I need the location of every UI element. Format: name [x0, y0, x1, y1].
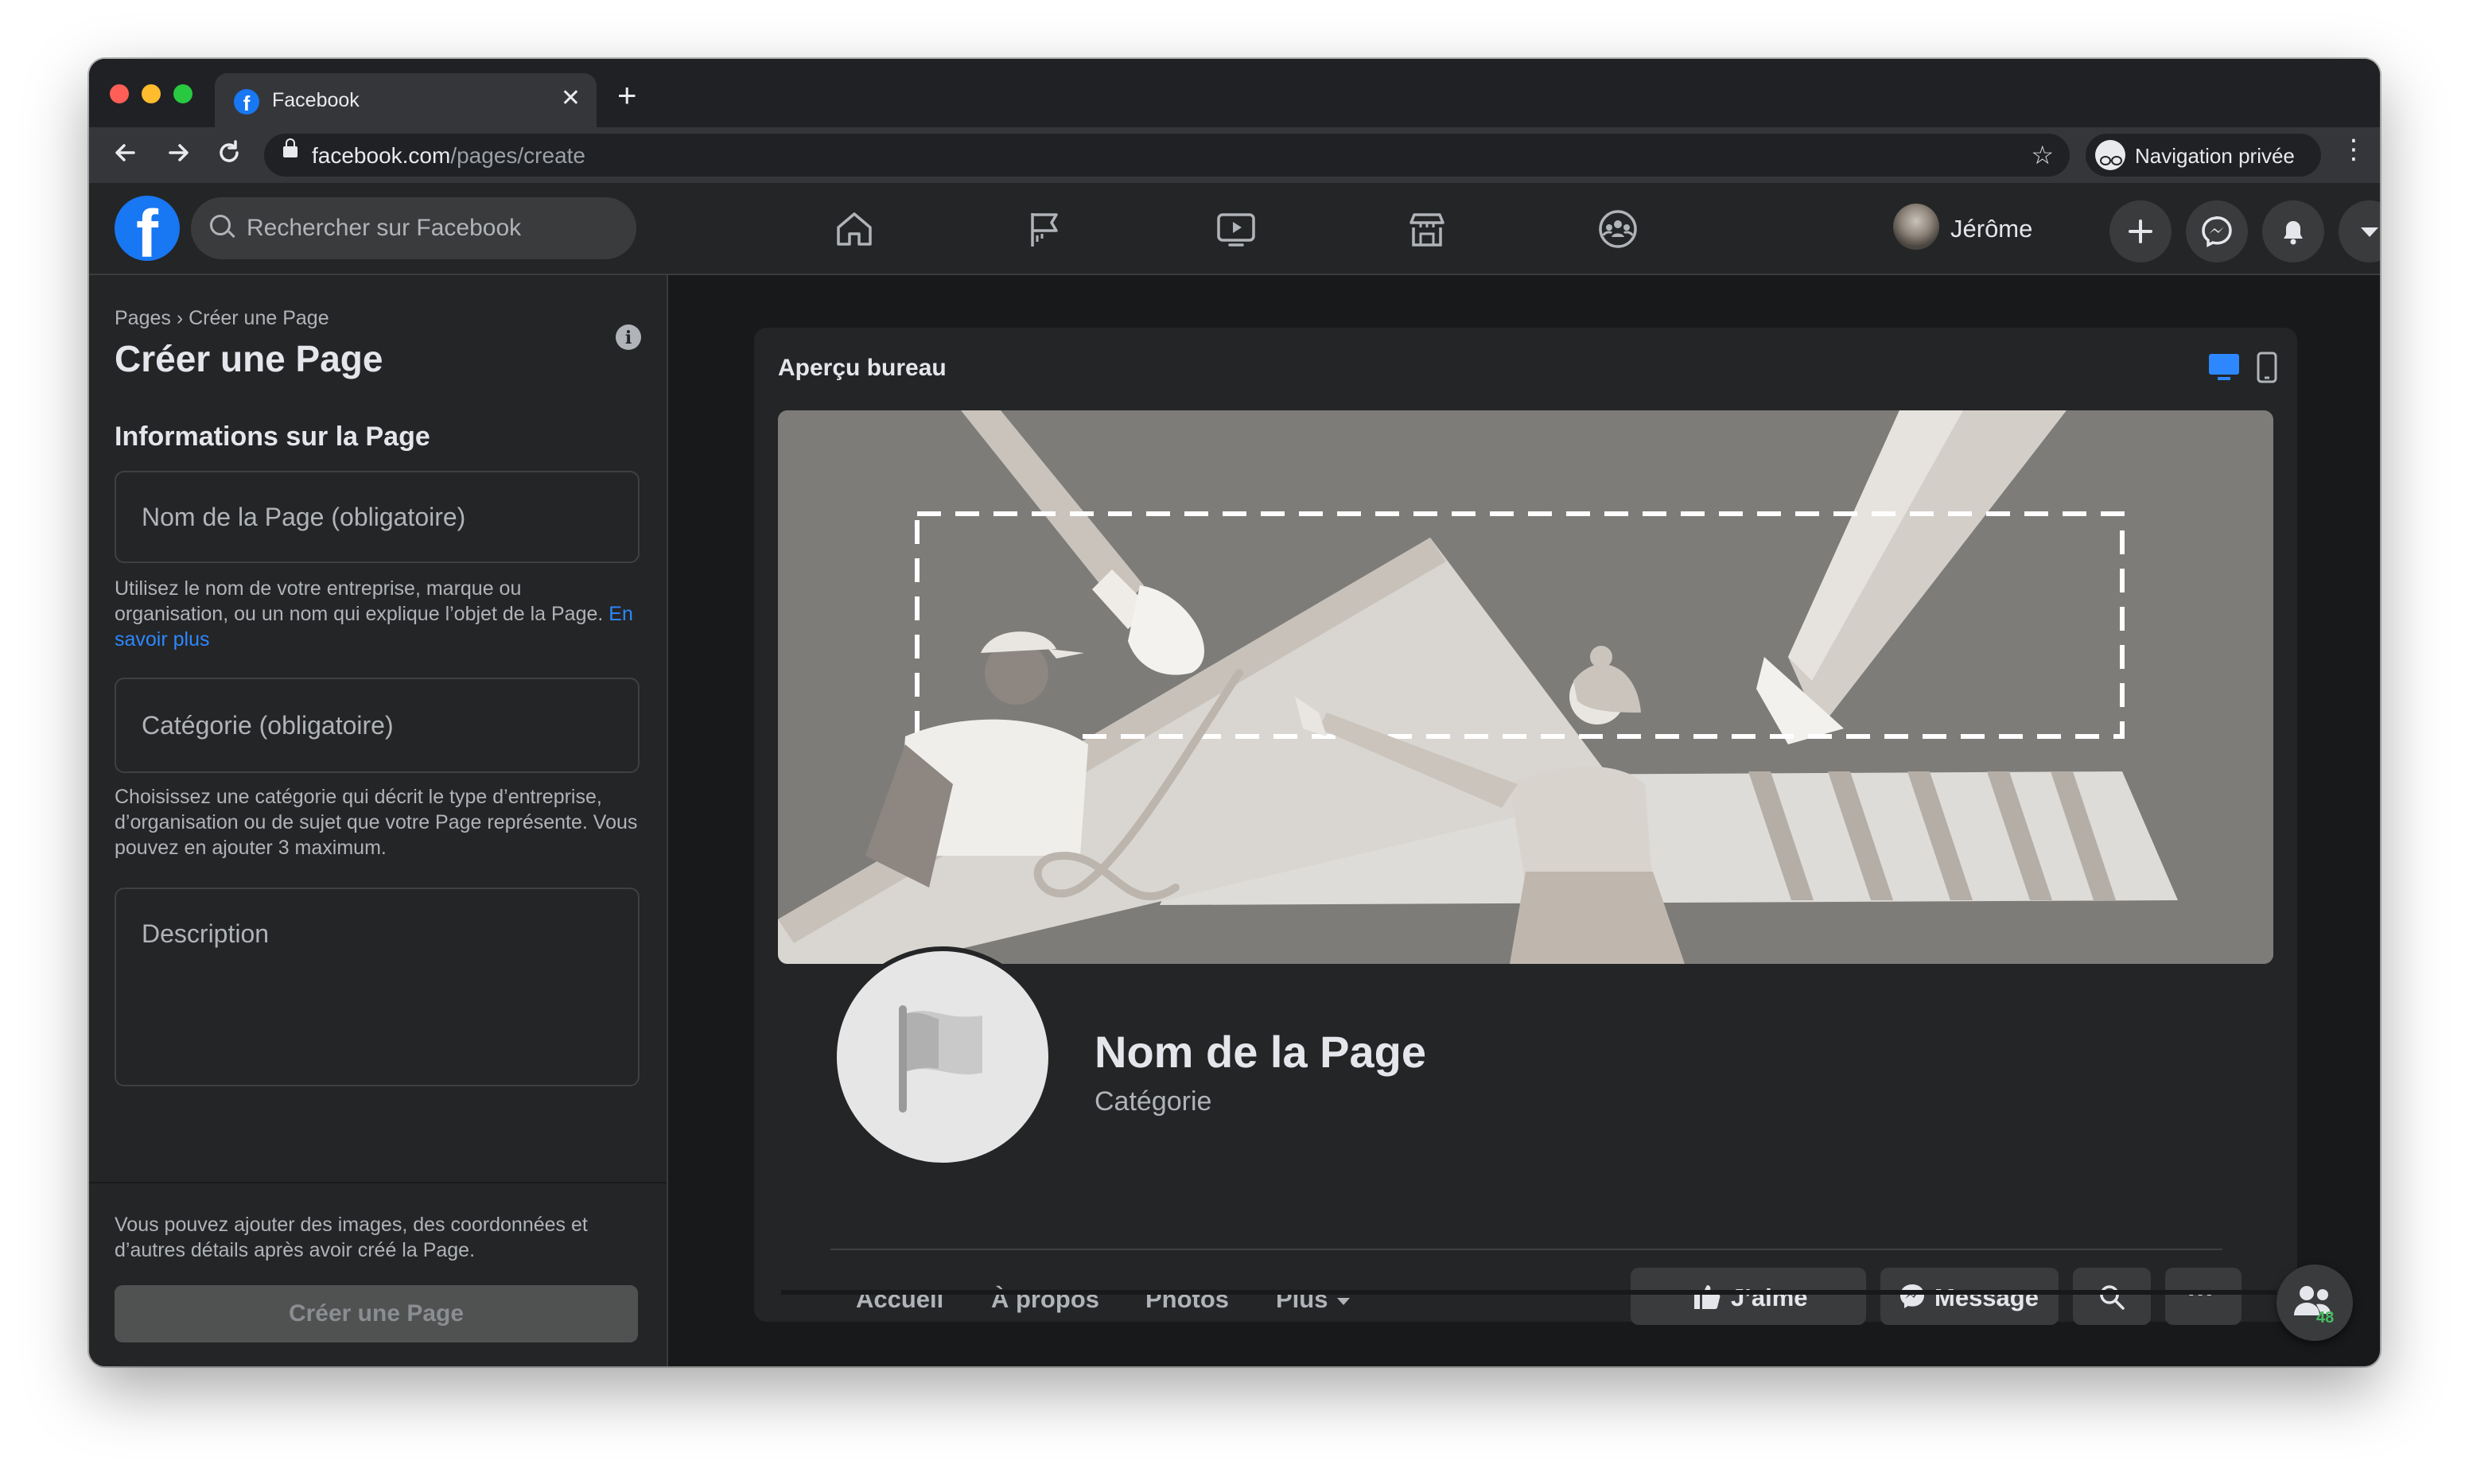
mobile-view-icon[interactable] [2256, 352, 2278, 387]
new-tab-button[interactable]: + [617, 76, 637, 115]
incognito-label: Navigation privée [2135, 144, 2295, 168]
desktop-preview: Aperçu bureau Nom de la Page Catégorie A… [754, 328, 2297, 1325]
preview-divider [830, 1249, 2222, 1250]
minimize-window-button[interactable] [142, 84, 161, 103]
preview-title: Aperçu bureau [778, 355, 947, 381]
chevron-down-icon [2361, 227, 2378, 237]
page-name-help: Utilisez le nom de votre entreprise, mar… [115, 576, 640, 652]
close-window-button[interactable] [110, 84, 129, 103]
page-name-help-text: Utilisez le nom de votre entreprise, mar… [115, 577, 604, 625]
search-icon [210, 215, 231, 235]
bell-icon [2284, 221, 2303, 245]
cover-photo-illustration [778, 410, 2273, 964]
plus-icon [2129, 219, 2152, 243]
url-path: /pages/create [450, 143, 585, 168]
facebook-favicon-icon: f [234, 89, 259, 115]
forward-arrow-icon[interactable] [162, 137, 194, 176]
tab-strip: f Facebook ✕ + [89, 59, 2380, 127]
pages-flag-icon[interactable] [1023, 207, 1067, 251]
category-help: Choisissez une catégorie qui décrit le t… [115, 786, 638, 859]
footer-divider [89, 1182, 667, 1183]
thumbs-up-icon [1694, 1285, 1721, 1309]
page-name-field[interactable]: Nom de la Page (obligatoire) [115, 471, 640, 563]
desktop-view-icon[interactable] [2207, 352, 2242, 387]
page-name-placeholder: Nom de la Page (obligatoire) [142, 503, 466, 531]
description-placeholder: Description [142, 919, 270, 948]
caret-down-icon [1337, 1298, 1351, 1305]
search-icon [2100, 1285, 2125, 1310]
profile-picture-placeholder[interactable] [832, 946, 1053, 1167]
create-page-button[interactable]: Créer une Page [115, 1285, 638, 1342]
zoom-window-button[interactable] [173, 84, 192, 103]
url-domain: facebook.com [312, 143, 451, 168]
browser-tab[interactable]: f Facebook ✕ [215, 73, 597, 127]
description-field[interactable]: Description [115, 888, 640, 1086]
lock-icon [283, 138, 297, 157]
footnote: Vous pouvez ajouter des images, des coor… [115, 1214, 588, 1261]
browser-window: f Facebook ✕ + facebook.com/pages/create… [89, 59, 2380, 1366]
incognito-indicator[interactable]: Navigation privée [2086, 134, 2321, 177]
home-icon[interactable] [832, 207, 877, 251]
marketplace-icon[interactable] [1405, 207, 1449, 251]
search-page-button[interactable] [2073, 1268, 2151, 1325]
groups-icon[interactable] [1596, 207, 1640, 251]
messenger-icon [2202, 216, 2232, 247]
page-name-preview: Nom de la Page [1095, 1027, 1427, 1077]
preview-bottom-border [781, 1290, 2277, 1295]
section-title: Informations sur la Page [115, 422, 430, 452]
tab-close-icon[interactable]: ✕ [561, 84, 581, 112]
reload-icon[interactable] [213, 137, 245, 176]
messenger-icon [1900, 1284, 1924, 1308]
account-menu-button[interactable] [2339, 200, 2380, 262]
like-button[interactable]: J’aime [1631, 1268, 1866, 1325]
like-label: J’aime [1731, 1284, 1808, 1311]
search-placeholder: Rechercher sur Facebook [247, 215, 522, 241]
browser-toolbar: facebook.com/pages/create ☆ Navigation p… [89, 127, 2380, 183]
create-plus-button[interactable] [2109, 200, 2172, 262]
breadcrumb[interactable]: Pages › Créer une Page [115, 307, 329, 330]
contacts-count-badge: 48 [2316, 1309, 2335, 1327]
facebook-top-nav: f Rechercher sur Facebook Jérôme [89, 183, 2380, 275]
avatar [1893, 204, 1939, 250]
flag-icon [899, 1005, 982, 1113]
more-options-button[interactable]: ··· [2165, 1268, 2242, 1325]
page-title: Créer une Page [115, 338, 383, 379]
watch-video-icon[interactable] [1214, 207, 1258, 251]
bookmark-star-icon[interactable]: ☆ [2031, 140, 2054, 170]
facebook-logo-icon[interactable]: f [115, 196, 180, 261]
category-placeholder: Catégorie (obligatoire) [142, 711, 394, 740]
browser-menu-icon[interactable]: ⋮ [2340, 134, 2367, 165]
messenger-button[interactable] [2186, 200, 2248, 262]
message-label: Message [1934, 1284, 2039, 1311]
info-icon[interactable]: i [616, 324, 641, 350]
message-button[interactable]: Message [1880, 1268, 2059, 1325]
new-contacts-button[interactable]: 48 [2277, 1265, 2353, 1341]
incognito-icon [2095, 140, 2125, 170]
notifications-button[interactable] [2262, 200, 2324, 262]
address-bar[interactable]: facebook.com/pages/create ☆ [264, 134, 2070, 177]
category-field[interactable]: Catégorie (obligatoire) [115, 678, 640, 773]
page-category-preview: Catégorie [1095, 1086, 1212, 1117]
search-input[interactable]: Rechercher sur Facebook [191, 197, 636, 259]
tab-title: Facebook [272, 89, 360, 111]
user-name: Jérôme [1950, 215, 2033, 243]
back-arrow-icon[interactable] [110, 137, 142, 176]
create-page-sidebar: Pages › Créer une Page Créer une Page i … [89, 275, 668, 1366]
